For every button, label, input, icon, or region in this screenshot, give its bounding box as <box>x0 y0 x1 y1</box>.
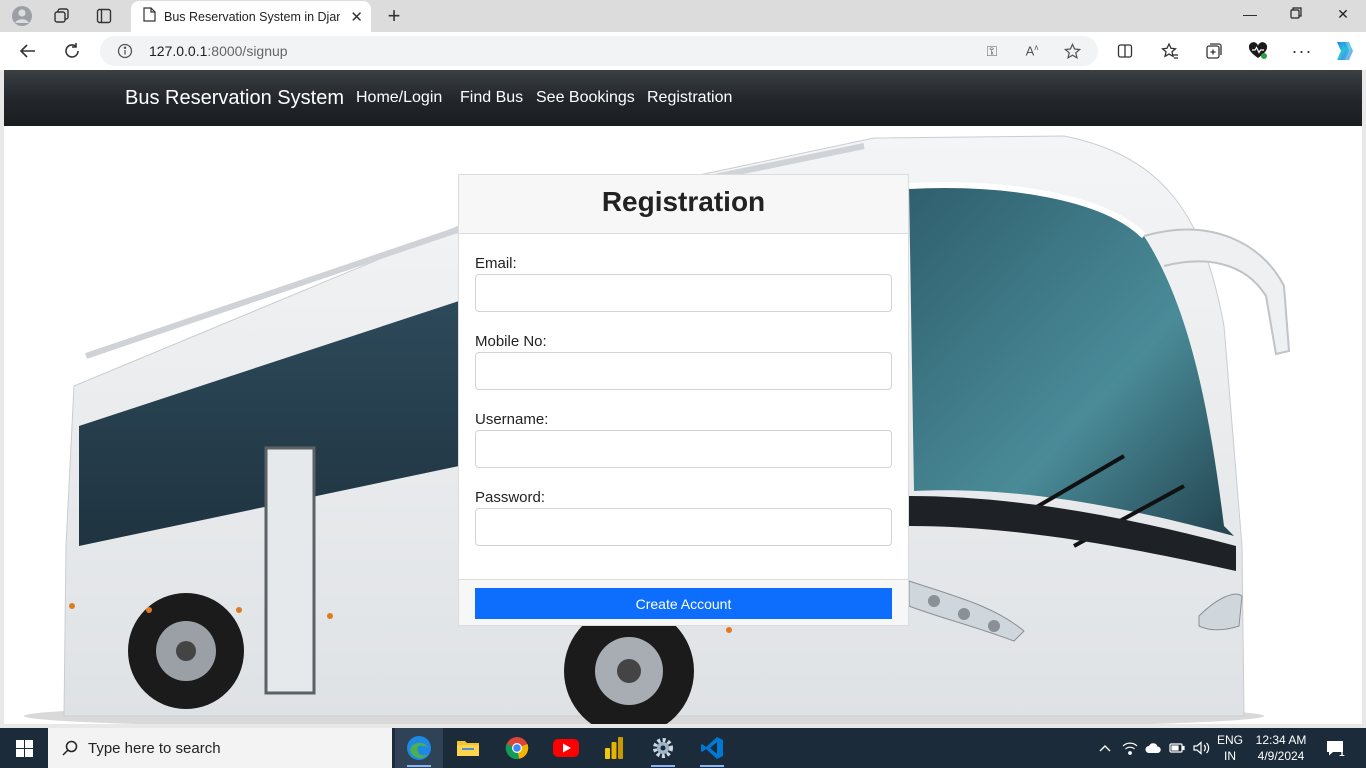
clock-date: 4/9/2024 <box>1257 749 1305 763</box>
address-bar[interactable]: 127.0.0.1:8000/signup ⚿ Aʌ <box>100 36 1098 66</box>
url-host: 127.0.0.1 <box>149 43 208 59</box>
nav-link-home-login[interactable]: Home/Login <box>356 89 442 107</box>
more-options-icon[interactable]: ··· <box>1289 38 1315 64</box>
email-label: Email: <box>475 255 517 272</box>
create-account-button[interactable]: Create Account <box>475 588 892 619</box>
clock[interactable]: 12:34 AM 4/9/2024 <box>1250 732 1312 764</box>
taskbar-search-box[interactable]: Type here to search <box>48 728 392 768</box>
nav-link-registration[interactable]: Registration <box>647 89 732 107</box>
profile-icon[interactable] <box>8 4 36 28</box>
minimize-icon[interactable]: — <box>1240 6 1260 22</box>
page-viewport: Bus Reservation System Home/Login Find B… <box>4 70 1362 724</box>
workspaces-icon[interactable] <box>48 4 76 28</box>
card-footer: Create Account <box>459 579 908 625</box>
chrome-icon[interactable] <box>493 728 541 768</box>
favorites-icon[interactable] <box>1157 38 1183 64</box>
language-indicator[interactable]: ENG IN <box>1214 732 1246 764</box>
site-navbar: Bus Reservation System Home/Login Find B… <box>4 70 1362 126</box>
browser-tab-strip: Bus Reservation System in Django ✕ + — ✕ <box>0 0 1366 32</box>
search-icon <box>62 740 78 756</box>
network-icon[interactable] <box>1120 728 1140 768</box>
settings-icon[interactable] <box>639 728 687 768</box>
search-placeholder: Type here to search <box>88 739 221 757</box>
restore-icon[interactable] <box>1286 6 1306 22</box>
email-field[interactable] <box>475 274 892 312</box>
show-hidden-icons-icon[interactable] <box>1094 728 1116 768</box>
new-tab-icon[interactable]: + <box>382 3 406 29</box>
cloud-icon[interactable] <box>1143 728 1163 768</box>
mobile-label: Mobile No: <box>475 333 547 350</box>
password-key-icon[interactable]: ⚿ <box>982 41 1002 61</box>
copilot-icon[interactable] <box>1330 38 1356 64</box>
volume-icon[interactable] <box>1190 728 1212 768</box>
nav-link-find-bus[interactable]: Find Bus <box>460 89 523 107</box>
refresh-icon[interactable] <box>59 38 85 64</box>
close-window-icon[interactable]: ✕ <box>1333 6 1353 23</box>
notification-center-icon[interactable]: 1 <box>1320 728 1350 768</box>
browser-essentials-icon[interactable] <box>1245 38 1271 64</box>
url-path: :8000/signup <box>207 43 288 59</box>
tab-actions-icon[interactable] <box>90 4 118 28</box>
windows-taskbar: Type here to search ENG IN 12:34 AM 4/9/… <box>0 728 1366 768</box>
read-aloud-icon[interactable]: Aʌ <box>1022 41 1042 61</box>
password-field[interactable] <box>475 508 892 546</box>
username-label: Username: <box>475 411 549 428</box>
browser-tab[interactable]: Bus Reservation System in Django ✕ <box>131 1 371 32</box>
clock-time: 12:34 AM <box>1255 733 1307 747</box>
site-info-icon[interactable] <box>115 41 135 61</box>
battery-icon[interactable] <box>1167 728 1187 768</box>
windows-start-icon[interactable] <box>0 728 48 768</box>
card-header: Registration <box>459 175 908 234</box>
page-title: Registration <box>601 186 766 217</box>
back-icon[interactable] <box>15 38 41 64</box>
browser-toolbar: 127.0.0.1:8000/signup ⚿ Aʌ ··· <box>0 32 1366 70</box>
tab-title: Bus Reservation System in Django <box>164 9 340 24</box>
page-icon <box>143 6 156 27</box>
registration-card: Registration Email: Mobile No: Username:… <box>458 174 909 626</box>
youtube-icon[interactable] <box>542 728 590 768</box>
split-screen-icon[interactable] <box>1112 38 1138 64</box>
edge-icon[interactable] <box>395 728 443 768</box>
favorite-star-icon[interactable] <box>1062 41 1082 61</box>
file-explorer-icon[interactable] <box>444 728 492 768</box>
vscode-icon[interactable] <box>688 728 736 768</box>
navbar-brand[interactable]: Bus Reservation System <box>125 87 344 110</box>
collections-icon[interactable] <box>1201 38 1227 64</box>
password-label: Password: <box>475 489 546 506</box>
nav-link-see-bookings[interactable]: See Bookings <box>536 89 635 107</box>
username-field[interactable] <box>475 430 892 468</box>
notification-count: 1 <box>1339 748 1345 759</box>
mobile-field[interactable] <box>475 352 892 390</box>
power-bi-icon[interactable] <box>590 728 638 768</box>
region-code: IN <box>1224 749 1236 763</box>
close-tab-icon[interactable]: ✕ <box>350 8 363 26</box>
language-code: ENG <box>1216 733 1243 747</box>
url-text: 127.0.0.1:8000/signup <box>149 43 288 59</box>
